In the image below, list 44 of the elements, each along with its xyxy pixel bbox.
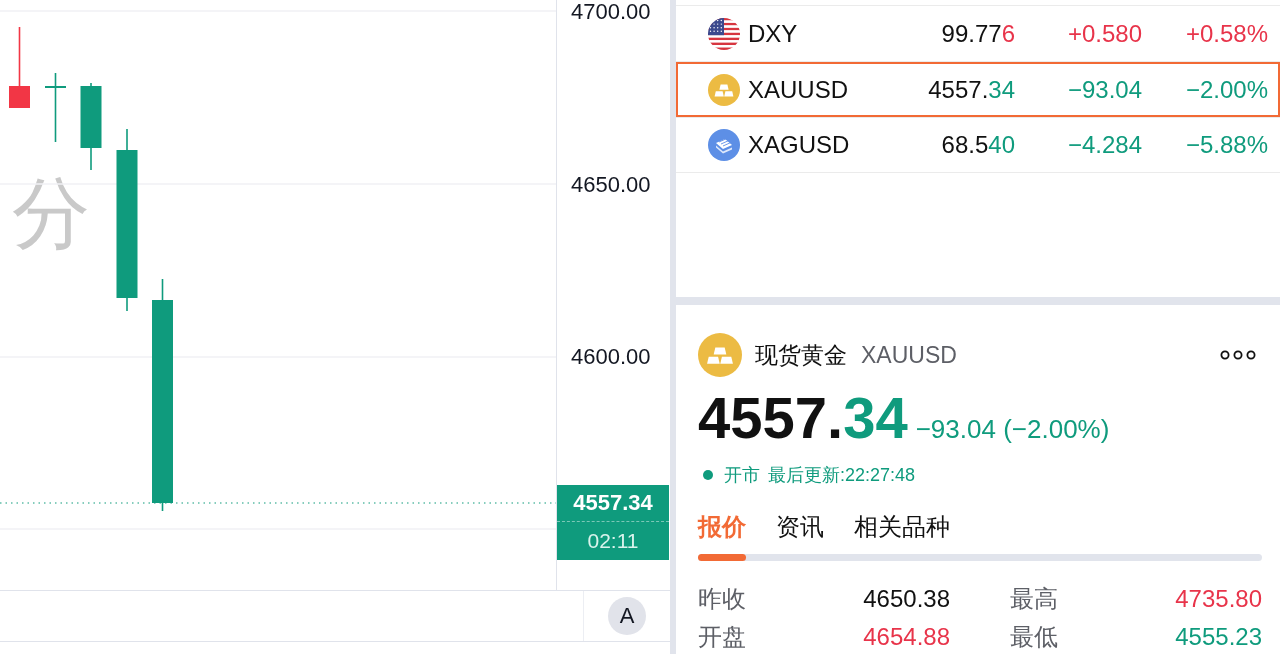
stat-value: 4735.80 <box>1175 585 1262 613</box>
symbol-label: DXY <box>747 19 799 48</box>
symbol-label: XAGUSD <box>747 131 851 159</box>
ingot-icon <box>708 73 740 106</box>
tab-indicator <box>698 554 746 561</box>
stat-value: 4654.88 <box>863 623 950 651</box>
stat-value: 4555.23 <box>1175 623 1262 651</box>
change-value: −93.04 (−2.00%) <box>915 414 1110 445</box>
change-value: +0.580 <box>1066 19 1142 48</box>
symbol-label: XAUUSD <box>861 341 957 369</box>
candle <box>45 72 66 143</box>
symbol-label: XAUUSD <box>747 75 850 104</box>
price-value: 99.776 <box>940 19 1015 48</box>
watchlist-row[interactable]: DXY 99.776 +0.580 +0.58% <box>676 5 1280 61</box>
auto-scale-button[interactable]: A <box>608 597 646 635</box>
price-value: 4557.34 <box>927 75 1015 104</box>
ingot-icon <box>708 129 740 161</box>
percent-change: +0.58% <box>1184 19 1268 48</box>
price-axis-label: 4650.00 <box>571 172 651 197</box>
watchlist-row[interactable]: XAGUSD 68.540 −4.284 −5.88% <box>676 117 1280 173</box>
countdown-label: 02:11 <box>586 528 640 554</box>
price-axis-label: 4700.00 <box>571 0 651 24</box>
price-axis-label: 4600.00 <box>571 345 651 369</box>
ingot-icon <box>698 333 742 377</box>
percent-change: −5.88% <box>1184 131 1268 159</box>
market-status: 开市 <box>724 464 760 487</box>
update-time: 最后更新:22:27:48 <box>768 464 916 487</box>
change-value: −93.04 <box>1066 75 1142 104</box>
stat-label: 最低 <box>1010 623 1058 651</box>
instrument-name: 现货黄金 <box>755 340 847 370</box>
tab[interactable]: 相关品种 <box>854 512 950 561</box>
flag-icon <box>708 17 740 50</box>
watchlist-row[interactable]: XAUUSD 4557.34 −93.04 −2.00% <box>676 61 1280 117</box>
last-price-label: 4557.34 <box>557 485 669 522</box>
tab[interactable]: 资讯 <box>776 512 824 561</box>
percent-change: −2.00% <box>1184 75 1268 104</box>
change-value: −4.284 <box>1066 131 1142 159</box>
stat-value: 4650.38 <box>863 585 950 613</box>
stat-label: 昨收 <box>698 585 746 613</box>
more-icon[interactable] <box>1220 350 1256 360</box>
stat-label: 最高 <box>1010 585 1058 613</box>
price-value: 4557.34 <box>698 389 908 447</box>
stat-label: 开盘 <box>698 623 746 651</box>
price-value: 68.540 <box>940 131 1015 159</box>
